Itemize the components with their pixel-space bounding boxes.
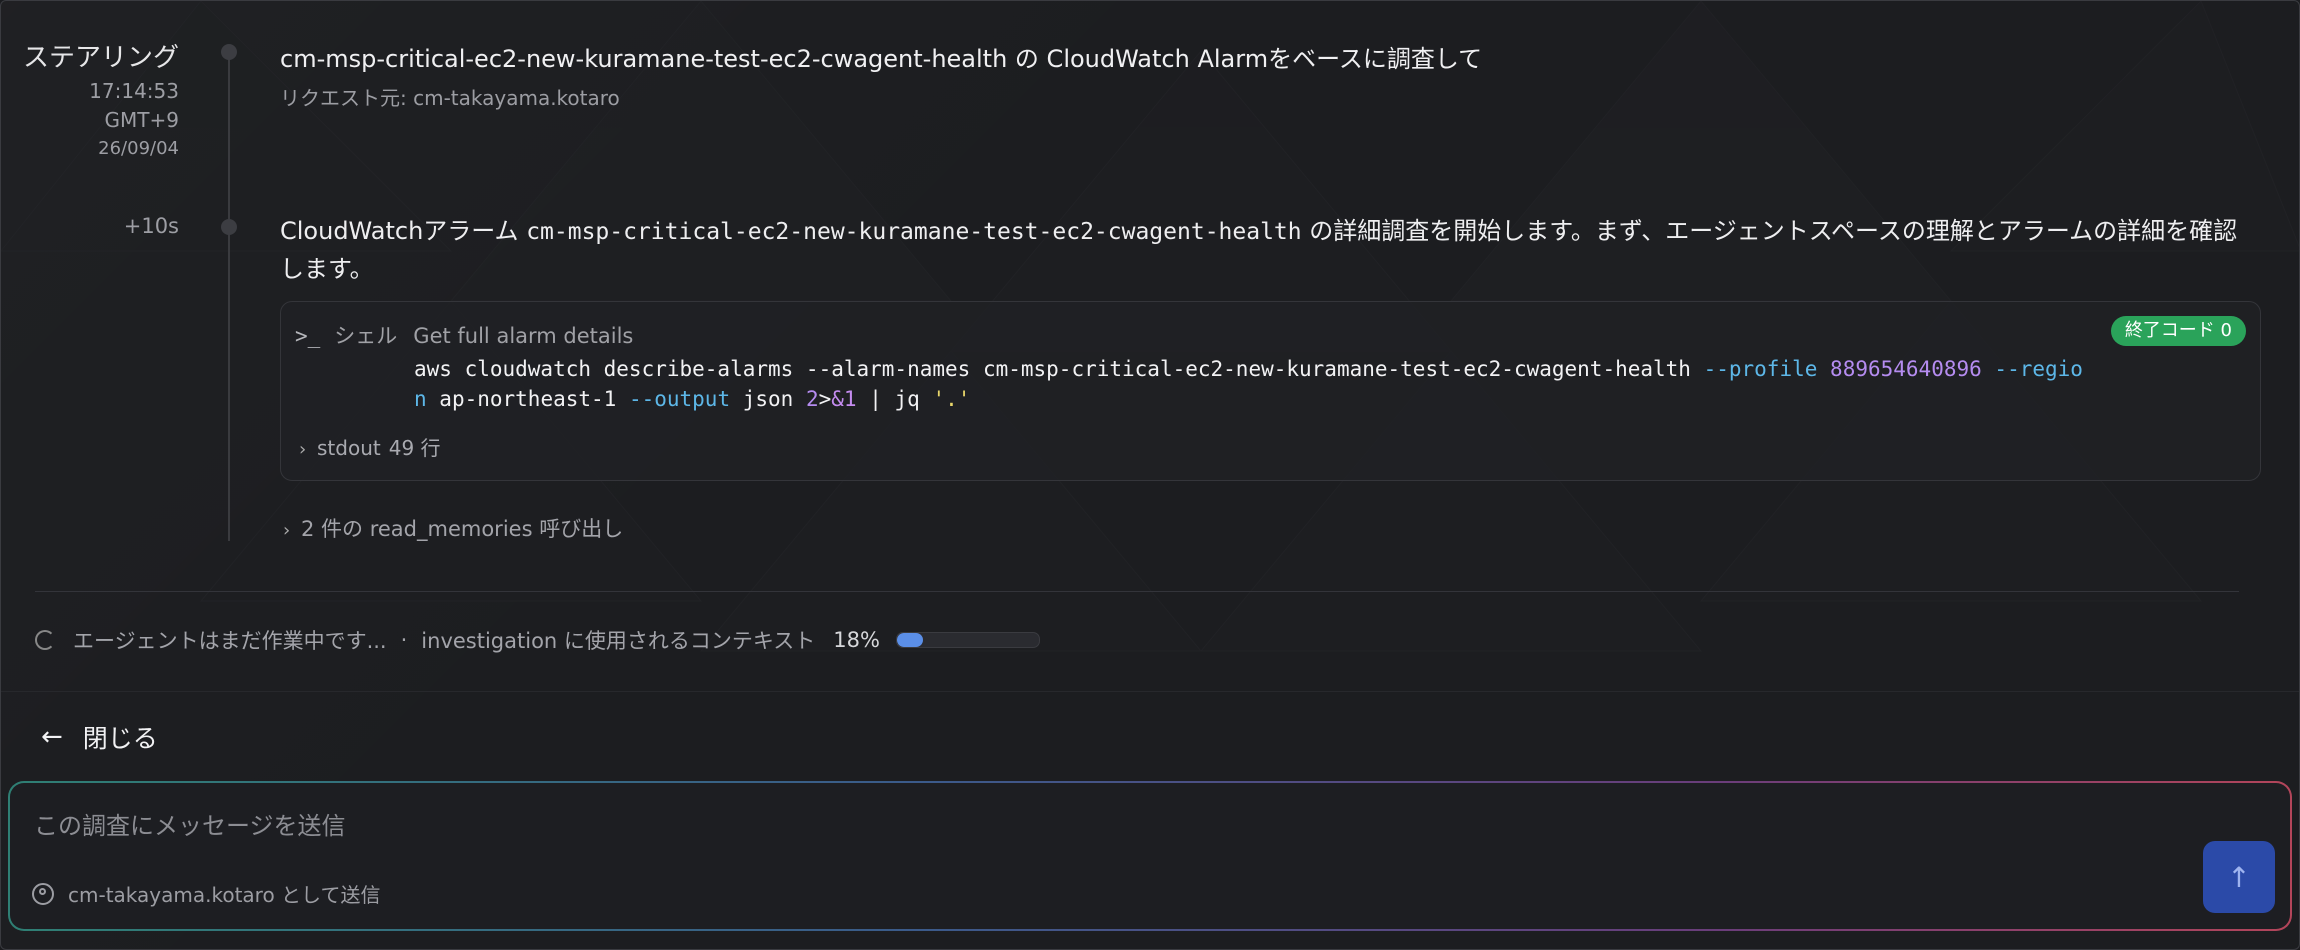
agent-message: CloudWatchアラーム cm-msp-critical-ec2-new-k… (280, 217, 2238, 283)
alarm-name-code: cm-msp-critical-ec2-new-kuramane-test-ec… (526, 219, 1302, 245)
agent-status-bar: エージェントはまだ作業中です... · investigation に使用される… (35, 625, 1040, 655)
timeline-line (228, 53, 230, 541)
arrow-left-icon: ← (41, 722, 63, 752)
shell-command: aws cloudwatch describe-alarms --alarm-n… (414, 357, 2083, 411)
message-composer: cm-takayama.kotaro として送信 ↑ (8, 781, 2292, 931)
user-circle-icon (32, 882, 54, 905)
event-timezone: GMT+9 (104, 108, 179, 132)
close-label: 閉じる (82, 724, 158, 753)
context-usage-fill (896, 633, 923, 647)
agent-working-text: エージェントはまだ作業中です... (73, 629, 387, 653)
message-input[interactable] (32, 805, 2136, 847)
read-memories-toggle[interactable]: › 2 件の read_memories 呼び出し (283, 513, 623, 543)
event-time: 17:14:53 (89, 79, 179, 103)
loading-spinner-icon (35, 630, 55, 650)
shell-label: シェル (334, 324, 398, 348)
event-offset: +10s (123, 214, 179, 238)
event-title: cm-msp-critical-ec2-new-kuramane-test-ec… (280, 45, 1483, 73)
investigation-panel: ステアリング 17:14:53 GMT+9 26/09/04 cm-msp-cr… (0, 0, 2300, 950)
shell-header: >_ シェル Get full alarm details (295, 320, 633, 350)
arrow-up-icon: ↑ (2227, 860, 2251, 894)
shell-description: Get full alarm details (413, 324, 634, 348)
send-button[interactable]: ↑ (2203, 841, 2275, 913)
sender-label: cm-takayama.kotaro として送信 (68, 883, 381, 907)
divider (1, 691, 2299, 692)
context-usage-bar (895, 632, 1040, 648)
timeline-dot (221, 44, 237, 60)
terminal-icon: >_ (295, 324, 321, 348)
sender-info: cm-takayama.kotaro として送信 (32, 879, 380, 908)
close-button[interactable]: ← 閉じる (41, 719, 158, 755)
exit-code-badge: 終了コード 0 (2110, 316, 2246, 346)
requester-label: リクエスト元: cm-takayama.kotaro (280, 86, 620, 110)
event-date: 26/09/04 (98, 138, 179, 159)
divider (35, 591, 2239, 592)
stdout-toggle[interactable]: › stdout 49 行 (299, 432, 441, 461)
chevron-right-icon: › (283, 520, 291, 541)
context-usage-label: investigation に使用されるコンテキスト (421, 629, 816, 653)
context-usage-percent: 18% (833, 628, 880, 652)
shell-command-card: >_ シェル Get full alarm details 終了コード 0 aws … (280, 301, 2261, 481)
event-type-label: ステアリング (22, 43, 179, 73)
timeline-dot (221, 219, 237, 235)
chevron-right-icon: › (299, 439, 307, 460)
